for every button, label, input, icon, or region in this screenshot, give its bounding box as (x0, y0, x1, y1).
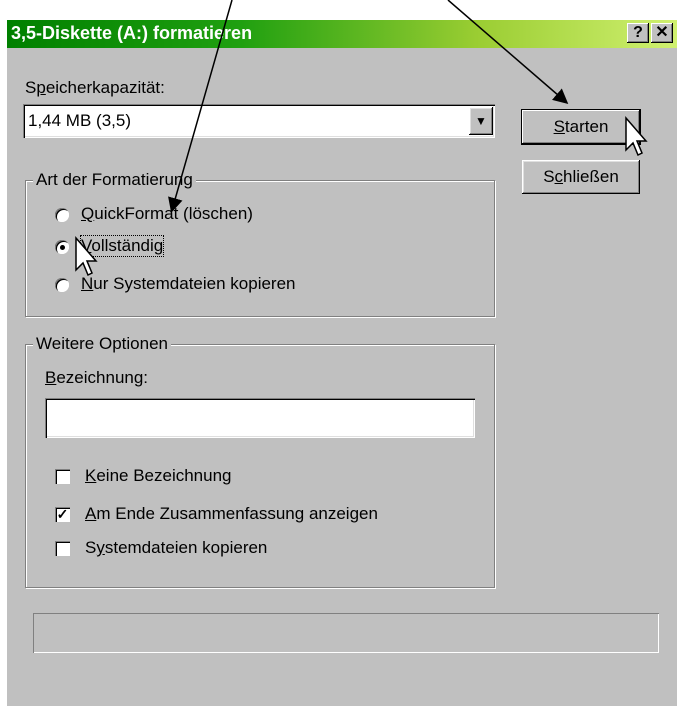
label-field-label: Bezeichnung: (45, 368, 149, 387)
system-files-only-label[interactable]: Nur Systemdateien kopieren (81, 274, 296, 294)
format-type-legend: Art der Formatierung (33, 170, 196, 190)
close-button[interactable]: Schließen (522, 160, 640, 194)
start-button[interactable]: Starten (522, 110, 640, 144)
system-files-only-radio[interactable] (55, 278, 69, 292)
no-label-checkbox[interactable] (55, 469, 70, 484)
close-window-button[interactable]: ✕ (651, 23, 673, 43)
quickformat-radio[interactable] (55, 208, 69, 222)
progress-bar (33, 613, 659, 653)
capacity-select[interactable]: 1,44 MB (3,5) ▼ (23, 104, 495, 138)
more-options-legend: Weitere Optionen (33, 334, 171, 354)
full-format-radio[interactable] (55, 240, 69, 254)
checkmark-icon: ✓ (56, 506, 69, 522)
title-bar[interactable]: 3,5-Diskette (A:) formatieren ? ✕ (7, 20, 677, 48)
help-button[interactable]: ? (627, 23, 649, 43)
no-label-label[interactable]: Keine Bezeichnung (85, 466, 232, 486)
window-title: 3,5-Diskette (A:) formatieren (11, 23, 253, 43)
copy-system-files-label[interactable]: Systemdateien kopieren (85, 538, 267, 558)
capacity-value: 1,44 MB (3,5) (28, 111, 131, 130)
copy-system-files-checkbox[interactable] (55, 541, 70, 556)
volume-label-input[interactable] (45, 398, 475, 438)
dropdown-arrow-icon[interactable]: ▼ (469, 107, 493, 135)
full-format-label[interactable]: Vollständig (79, 235, 165, 257)
show-summary-checkbox[interactable]: ✓ (55, 507, 70, 522)
format-dialog: 3,5-Diskette (A:) formatieren ? ✕ Speich… (7, 20, 677, 706)
show-summary-label[interactable]: Am Ende Zusammenfassung anzeigen (85, 504, 378, 524)
quickformat-label[interactable]: QuickFormat (löschen) (81, 204, 253, 224)
capacity-label: Speicherkapazität: (25, 78, 165, 97)
